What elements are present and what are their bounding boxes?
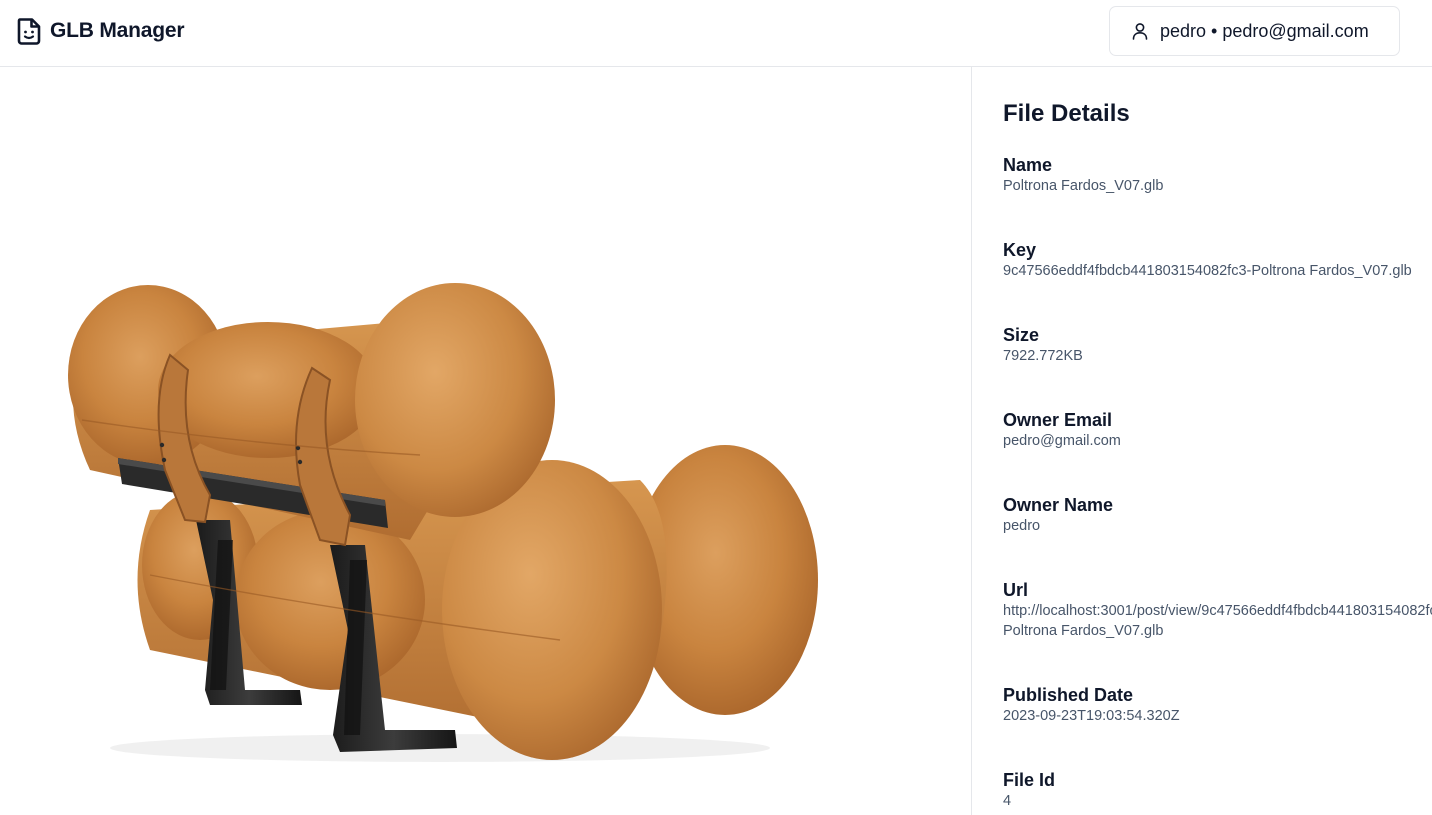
panel-title: File Details [1003,100,1130,127]
user-label: pedro • pedro@gmail.com [1160,21,1369,42]
user-menu-button[interactable]: pedro • pedro@gmail.com [1109,6,1400,56]
field-value: 9c47566eddf4fbdcb441803154082fc3-Poltron… [1003,263,1412,279]
app-title: GLB Manager [50,19,185,42]
model-viewer[interactable] [0,67,971,815]
field-label: Url [1003,580,1029,600]
field-key: Key 9c47566eddf4fbdcb441803154082fc3-Pol… [1003,239,1432,281]
field-url: Url http://localhost:3001/post/view/9c47… [1003,579,1432,641]
user-name: pedro [1160,20,1207,41]
field-value: 7922.772KB [1003,348,1083,364]
field-value: Poltrona Fardos_V07.glb [1003,178,1164,194]
field-file-id: File Id 4 [1003,769,1432,811]
field-value: pedro@gmail.com [1003,433,1121,449]
field-label: File Id [1003,770,1056,790]
field-value[interactable]: http://localhost:3001/post/view/9c47566e… [1003,601,1432,621]
field-value: 4 [1003,793,1012,809]
file-smile-icon [17,18,41,45]
field-owner-name: Owner Name pedro [1003,494,1432,536]
field-value-continued[interactable]: Poltrona Fardos_V07.glb [1003,621,1432,641]
field-size: Size 7922.772KB [1003,324,1432,366]
user-separator: • [1211,20,1218,41]
user-email: pedro@gmail.com [1222,20,1369,41]
field-value: 2023-09-23T19:03:54.320Z [1003,708,1180,724]
field-label: Key [1003,240,1037,260]
field-label: Name [1003,155,1053,175]
user-icon [1132,23,1148,40]
field-owner-email: Owner Email pedro@gmail.com [1003,409,1432,451]
field-name: Name Poltrona Fardos_V07.glb [1003,154,1432,196]
field-label: Published Date [1003,685,1134,705]
file-details-panel: File Details Name Poltrona Fardos_V07.gl… [971,67,1432,815]
field-label: Owner Name [1003,495,1114,515]
field-published-date: Published Date 2023-09-23T19:03:54.320Z [1003,684,1432,726]
field-label: Size [1003,325,1040,345]
field-value: pedro [1003,518,1041,534]
model-render [68,283,818,762]
app-header: GLB Manager pedro • pedro@gmail.com [0,0,1432,67]
field-label: Owner Email [1003,410,1113,430]
brand[interactable]: GLB Manager [16,17,185,45]
